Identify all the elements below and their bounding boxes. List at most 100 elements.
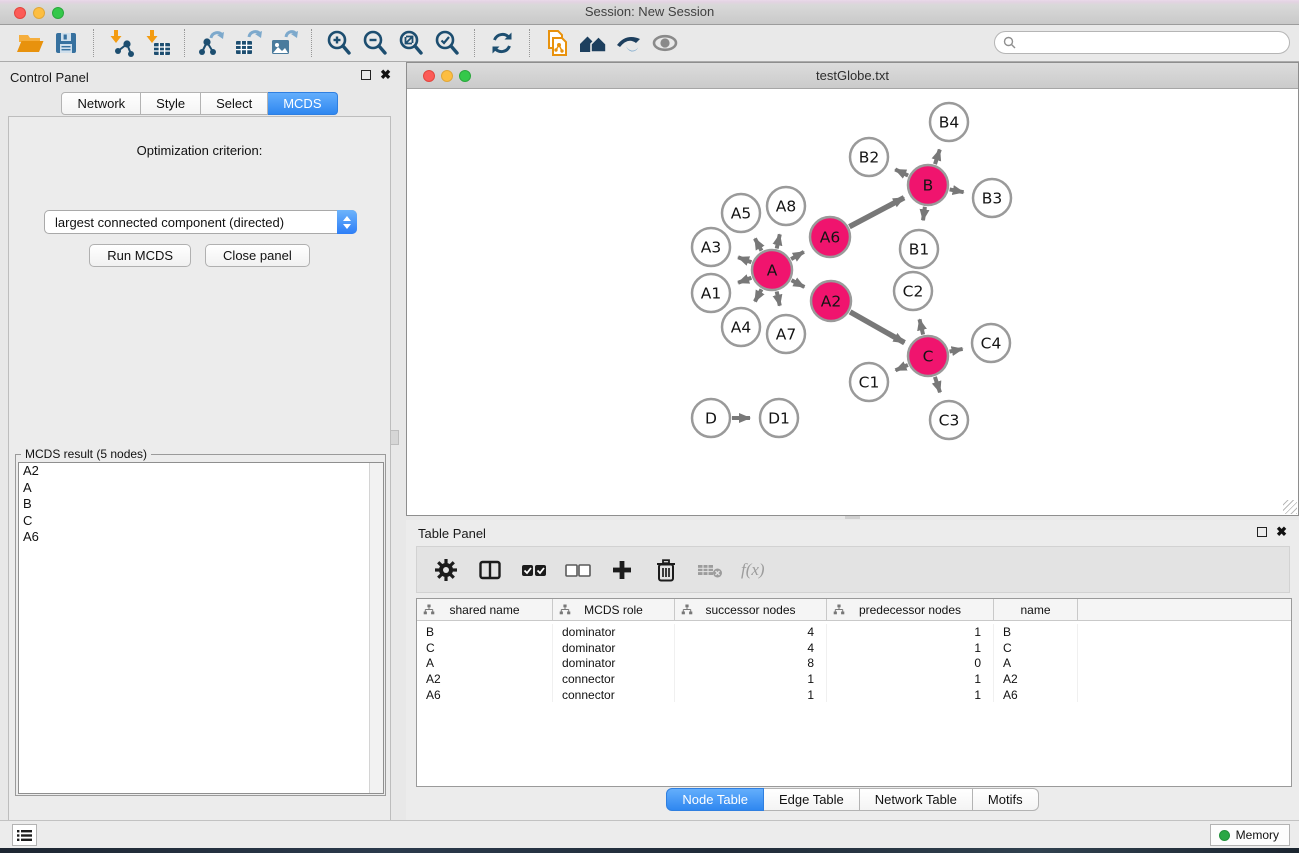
graph-node-A5[interactable]: A5 [722,194,760,232]
table-cell[interactable]: 1 [827,671,994,687]
graph-node-A[interactable]: A [752,250,792,290]
graph-edge-C-C1[interactable] [896,365,908,370]
graph-edge-A6-B[interactable] [849,198,904,227]
graph-edge-C-C3[interactable] [935,377,940,393]
tab-select[interactable]: Select [201,92,268,115]
graph-node-D1[interactable]: D1 [760,399,798,437]
table-cell[interactable]: C [417,640,553,656]
table-cell[interactable]: 1 [675,671,827,687]
close-panel-icon[interactable]: ✖ [380,70,391,80]
graph-edge-B-B3[interactable] [950,189,964,192]
graph-edge-A-A6[interactable] [791,252,804,259]
graph-node-A6[interactable]: A6 [810,217,850,257]
graph-edge-A-A5[interactable] [755,239,762,251]
clone-network-icon[interactable] [539,27,575,59]
column-header-shared-name[interactable]: shared name [417,599,553,620]
graph-edge-A-A2[interactable] [792,280,805,287]
table-options-gear-icon[interactable] [431,555,461,585]
table-cell[interactable]: dominator [553,624,675,640]
graph-node-A1[interactable]: A1 [692,274,730,312]
graph-node-D[interactable]: D [692,399,730,437]
refresh-view-icon[interactable] [484,27,520,59]
table-cell[interactable]: dominator [553,640,675,656]
table-cell[interactable]: A6 [417,687,553,703]
table-cell[interactable]: A [994,655,1078,671]
run-mcds-button[interactable]: Run MCDS [89,244,191,267]
save-session-icon[interactable] [48,27,84,59]
graph-node-A8[interactable]: A8 [767,187,805,225]
table-cell[interactable]: B [417,624,553,640]
tab-edge-table[interactable]: Edge Table [764,788,860,811]
mcds-result-item[interactable]: A6 [19,529,383,546]
table-cell[interactable]: 0 [827,655,994,671]
show-column-icon[interactable] [475,555,505,585]
graph-node-B3[interactable]: B3 [973,179,1011,217]
graph-edge-A-A7[interactable] [777,292,780,306]
select-all-checks-icon[interactable] [519,555,549,585]
export-image-icon[interactable] [266,27,302,59]
table-cell[interactable]: connector [553,671,675,687]
graph-node-B[interactable]: B [908,165,948,205]
graph-edge-B-B1[interactable] [923,207,925,221]
zoom-fit-icon[interactable] [393,27,429,59]
tab-mcds[interactable]: MCDS [268,92,337,115]
mcds-list-scrollbar[interactable] [369,463,383,793]
zoom-selected-icon[interactable] [429,27,465,59]
tab-style[interactable]: Style [141,92,201,115]
show-hide-styles-icon[interactable] [611,27,647,59]
delete-table-icon[interactable] [695,555,725,585]
table-cell[interactable]: 1 [827,640,994,656]
open-session-icon[interactable] [12,27,48,59]
tab-node-table[interactable]: Node Table [666,788,764,811]
table-row[interactable]: Adominator80A [417,655,1291,671]
column-header-MCDS-role[interactable]: MCDS role [553,599,675,620]
table-row[interactable]: Cdominator41C [417,640,1291,656]
optimization-criterion-dropdown[interactable]: largest connected component (directed) [44,210,357,234]
graph-node-C4[interactable]: C4 [972,324,1010,362]
export-network-icon[interactable] [194,27,230,59]
graph-node-A3[interactable]: A3 [692,228,730,266]
table-cell[interactable]: A6 [994,687,1078,703]
graph-edge-A-A8[interactable] [777,234,780,248]
graph-node-A7[interactable]: A7 [767,315,805,353]
close-panel-button[interactable]: Close panel [205,244,310,267]
mcds-result-item[interactable]: C [19,513,383,530]
import-table-icon[interactable] [139,27,175,59]
mcds-result-item[interactable]: A [19,480,383,497]
graph-edge-B-B2[interactable] [895,169,908,175]
task-history-button[interactable] [12,824,37,846]
column-header-predecessor-nodes[interactable]: predecessor nodes [827,599,994,620]
network-window-titlebar[interactable]: testGlobe.txt [407,63,1298,89]
graph-node-C2[interactable]: C2 [894,272,932,310]
zoom-in-icon[interactable] [321,27,357,59]
mcds-result-item[interactable]: B [19,496,383,513]
deselect-all-checks-icon[interactable] [563,555,593,585]
graph-node-C3[interactable]: C3 [930,401,968,439]
table-row[interactable]: Bdominator41B [417,624,1291,640]
table-cell[interactable]: 1 [827,624,994,640]
table-cell[interactable]: B [994,624,1078,640]
graph-node-A4[interactable]: A4 [722,308,760,346]
graph-node-B2[interactable]: B2 [850,138,888,176]
memory-button[interactable]: Memory [1210,824,1290,846]
delete-column-trash-icon[interactable] [651,555,681,585]
table-cell[interactable]: 4 [675,624,827,640]
search-input[interactable] [1021,36,1289,50]
table-cell[interactable]: C [994,640,1078,656]
network-canvas[interactable]: B4B2BB3B1A5A8A6A3AA1C2A2A4A7C4CC1C3DD1 [407,89,1298,515]
table-cell[interactable]: A [417,655,553,671]
graph-node-B1[interactable]: B1 [900,230,938,268]
graph-edge-B-B4[interactable] [935,150,940,165]
horizontal-split-grip[interactable] [845,516,860,519]
tab-motifs[interactable]: Motifs [973,788,1039,811]
graph-node-B4[interactable]: B4 [930,103,968,141]
graph-edge-A-A4[interactable] [755,289,762,301]
export-table-icon[interactable] [230,27,266,59]
table-cell[interactable]: A2 [417,671,553,687]
graph-edge-A2-C[interactable] [850,312,904,343]
float-table-panel-icon[interactable] [1257,527,1267,537]
table-cell[interactable]: 1 [675,687,827,703]
graph-node-C[interactable]: C [908,336,948,376]
first-neighbors-icon[interactable] [575,27,611,59]
graph-edge-A-A1[interactable] [738,278,751,283]
